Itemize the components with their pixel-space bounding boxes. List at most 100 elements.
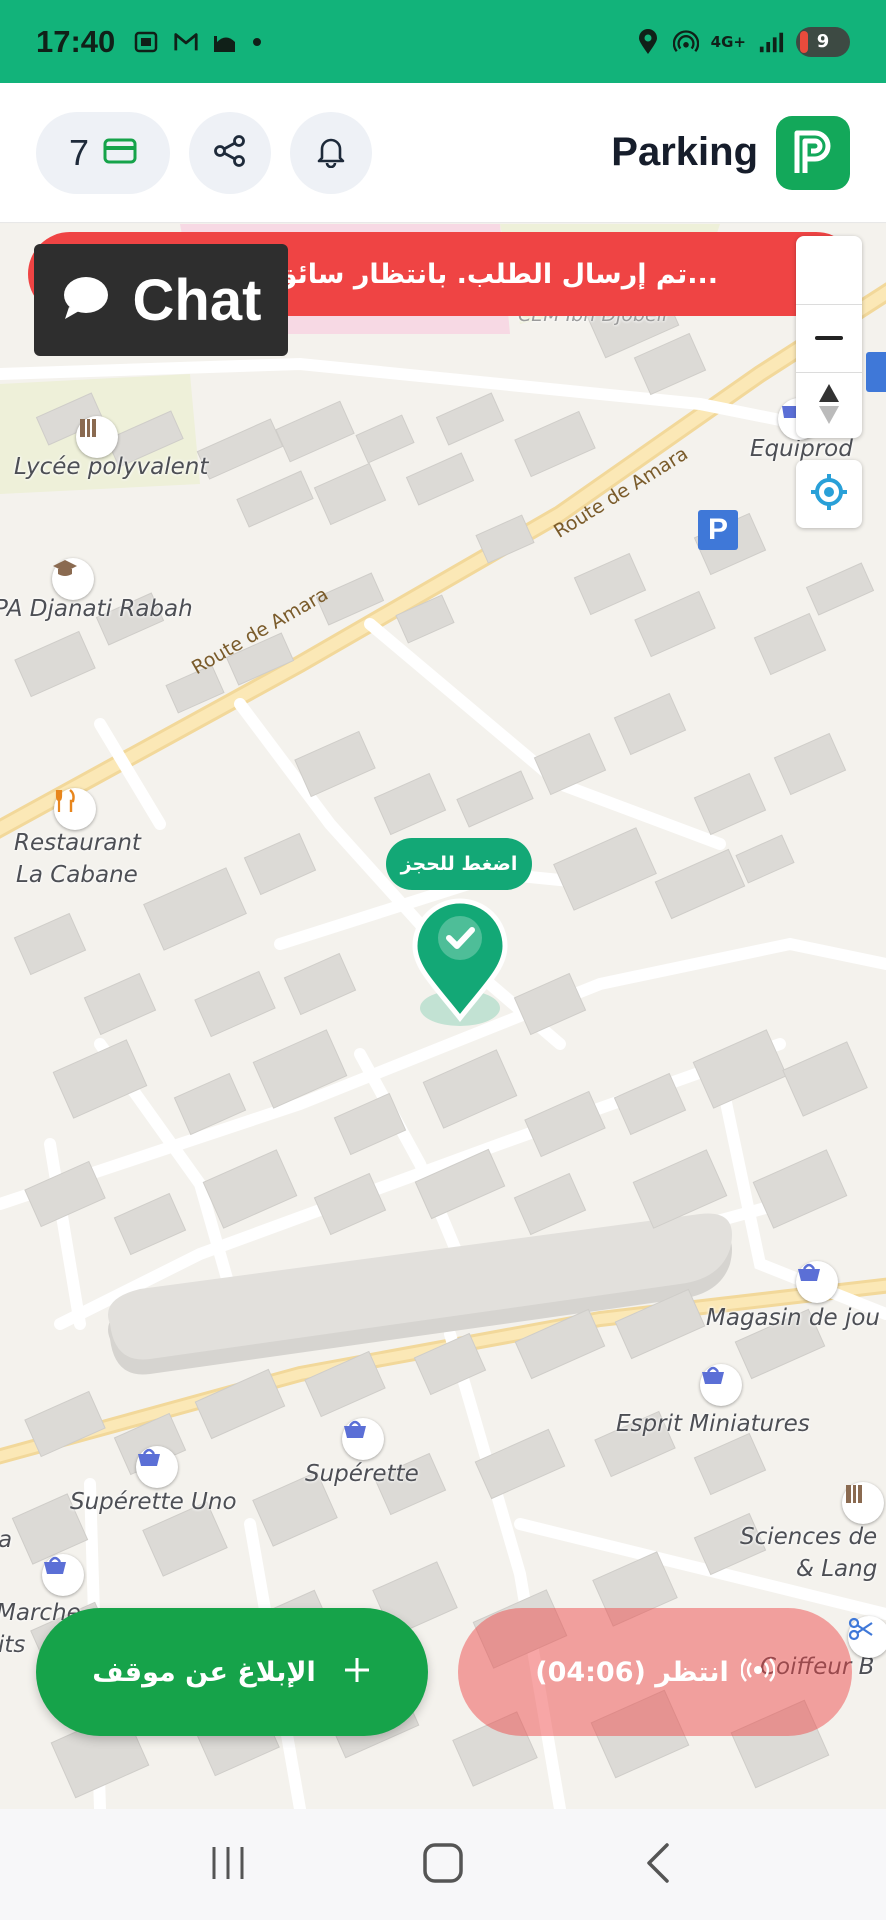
map-building (355, 414, 415, 464)
map-building (524, 1090, 606, 1158)
map-building (513, 1172, 587, 1236)
map-building (753, 612, 827, 676)
map-building (613, 692, 687, 756)
screenshot-icon (133, 29, 159, 55)
shop-poi-icon[interactable] (796, 1261, 838, 1303)
school-poi-icon[interactable] (842, 1482, 884, 1524)
alert-text: تم إرسال الطلب. بانتظار سائق... (273, 258, 718, 290)
map-building (313, 1172, 387, 1236)
recents-button[interactable] (188, 1835, 268, 1895)
map-building (422, 1049, 518, 1129)
chat-label: Chat (132, 267, 262, 333)
map-label-djanati: PA Djanati Rabah (0, 596, 193, 622)
map-label-equiprod: Equiprod (750, 436, 853, 462)
map-building (456, 770, 534, 828)
map-building (405, 452, 475, 506)
map-building (475, 514, 535, 564)
map-building (514, 410, 596, 478)
battery-level: 9 (816, 31, 830, 52)
location-icon (635, 28, 661, 55)
locate-me-button[interactable] (796, 460, 862, 528)
compass-button[interactable] (796, 373, 862, 438)
dot-icon (253, 37, 262, 46)
shop-poi-icon[interactable] (700, 1364, 742, 1406)
map-label-sciences-2: & Lang (796, 1556, 878, 1582)
map-building (196, 418, 284, 480)
map-building (14, 630, 96, 698)
report-spot-button[interactable]: الإبلاغ عن موقف (36, 1608, 428, 1736)
map-label-lycee: Lycée polyvalent (14, 454, 209, 480)
chat-bubble-icon (61, 275, 111, 325)
status-icons-left (133, 29, 262, 55)
map-building (202, 1149, 298, 1229)
bell-icon (314, 134, 348, 172)
back-button[interactable] (618, 1835, 698, 1895)
broadcast-icon (740, 1657, 776, 1687)
map-building (333, 1092, 407, 1156)
map-label-its: its (0, 1632, 26, 1658)
minus-icon (815, 336, 843, 340)
graduation-poi-icon[interactable] (52, 558, 94, 600)
shop-poi-icon[interactable] (136, 1446, 178, 1488)
report-spot-label: الإبلاغ عن موقف (92, 1656, 316, 1688)
map-label-sciences-1: Sciences de (740, 1524, 878, 1550)
shop-poi-icon[interactable] (42, 1554, 84, 1596)
map-building (654, 848, 746, 920)
app-title: Parking (611, 130, 758, 174)
mosque-icon (213, 29, 239, 55)
brand: Parking (611, 115, 850, 190)
map-building (52, 1039, 148, 1119)
credits-count: 7 (68, 131, 90, 173)
check-pin-icon (412, 898, 508, 1026)
map-label-superette: Supérette (305, 1461, 419, 1487)
zoom-in-button[interactable] (796, 236, 862, 302)
map-label-superette-uno: Supérette Uno (70, 1489, 237, 1515)
status-icons-right: 4G+ 9 (635, 26, 850, 57)
parking-spot-pin[interactable] (405, 896, 515, 1036)
reserve-tooltip[interactable]: اضغط للحجز (386, 838, 532, 890)
shop-poi-icon[interactable] (342, 1418, 384, 1460)
map-building (373, 772, 447, 836)
school-poi-icon[interactable] (76, 416, 118, 458)
scissors-poi-icon[interactable] (848, 1616, 886, 1658)
restaurant-poi-icon[interactable] (54, 788, 96, 830)
map-building (143, 867, 247, 951)
map-building (435, 392, 505, 446)
locate-icon (809, 472, 849, 516)
map-building (194, 970, 276, 1038)
home-button[interactable] (403, 1835, 483, 1895)
credits-button[interactable]: 7 (36, 111, 170, 194)
map-building (243, 832, 317, 896)
parking-sign[interactable]: P (698, 510, 738, 550)
system-nav-bar (0, 1809, 886, 1920)
map-building (474, 1428, 566, 1500)
plus-icon (342, 1649, 372, 1695)
map-building (805, 562, 875, 616)
chat-button[interactable]: Chat (34, 244, 288, 356)
signal-icon (758, 29, 784, 55)
wait-label: انتظر (04:06) (535, 1656, 729, 1688)
map-building (553, 827, 657, 911)
map-building (693, 1432, 767, 1496)
notifications-button[interactable] (290, 111, 372, 194)
battery-icon: 9 (796, 26, 850, 57)
share-button[interactable] (189, 111, 271, 194)
map-building (313, 462, 387, 526)
gmail-icon (173, 29, 199, 55)
map-building (13, 912, 87, 976)
recents-icon (208, 1845, 248, 1885)
status-bar: 17:40 4G+ 9 (0, 0, 886, 83)
parking-sign[interactable] (866, 352, 886, 392)
map-zoom-controls (796, 236, 862, 438)
map-building (513, 972, 587, 1036)
map-building (693, 772, 767, 836)
map-building (294, 730, 376, 798)
map-label-magasin: Magasin de jou (706, 1305, 880, 1331)
map-building (275, 400, 355, 463)
network-label: 4G+ (710, 32, 746, 51)
wait-button[interactable]: انتظر (04:06) (458, 1608, 852, 1736)
zoom-out-button[interactable] (796, 305, 862, 371)
map-label-a: a (0, 1527, 12, 1553)
status-time: 17:40 (36, 23, 116, 59)
hotspot-icon (672, 29, 699, 55)
